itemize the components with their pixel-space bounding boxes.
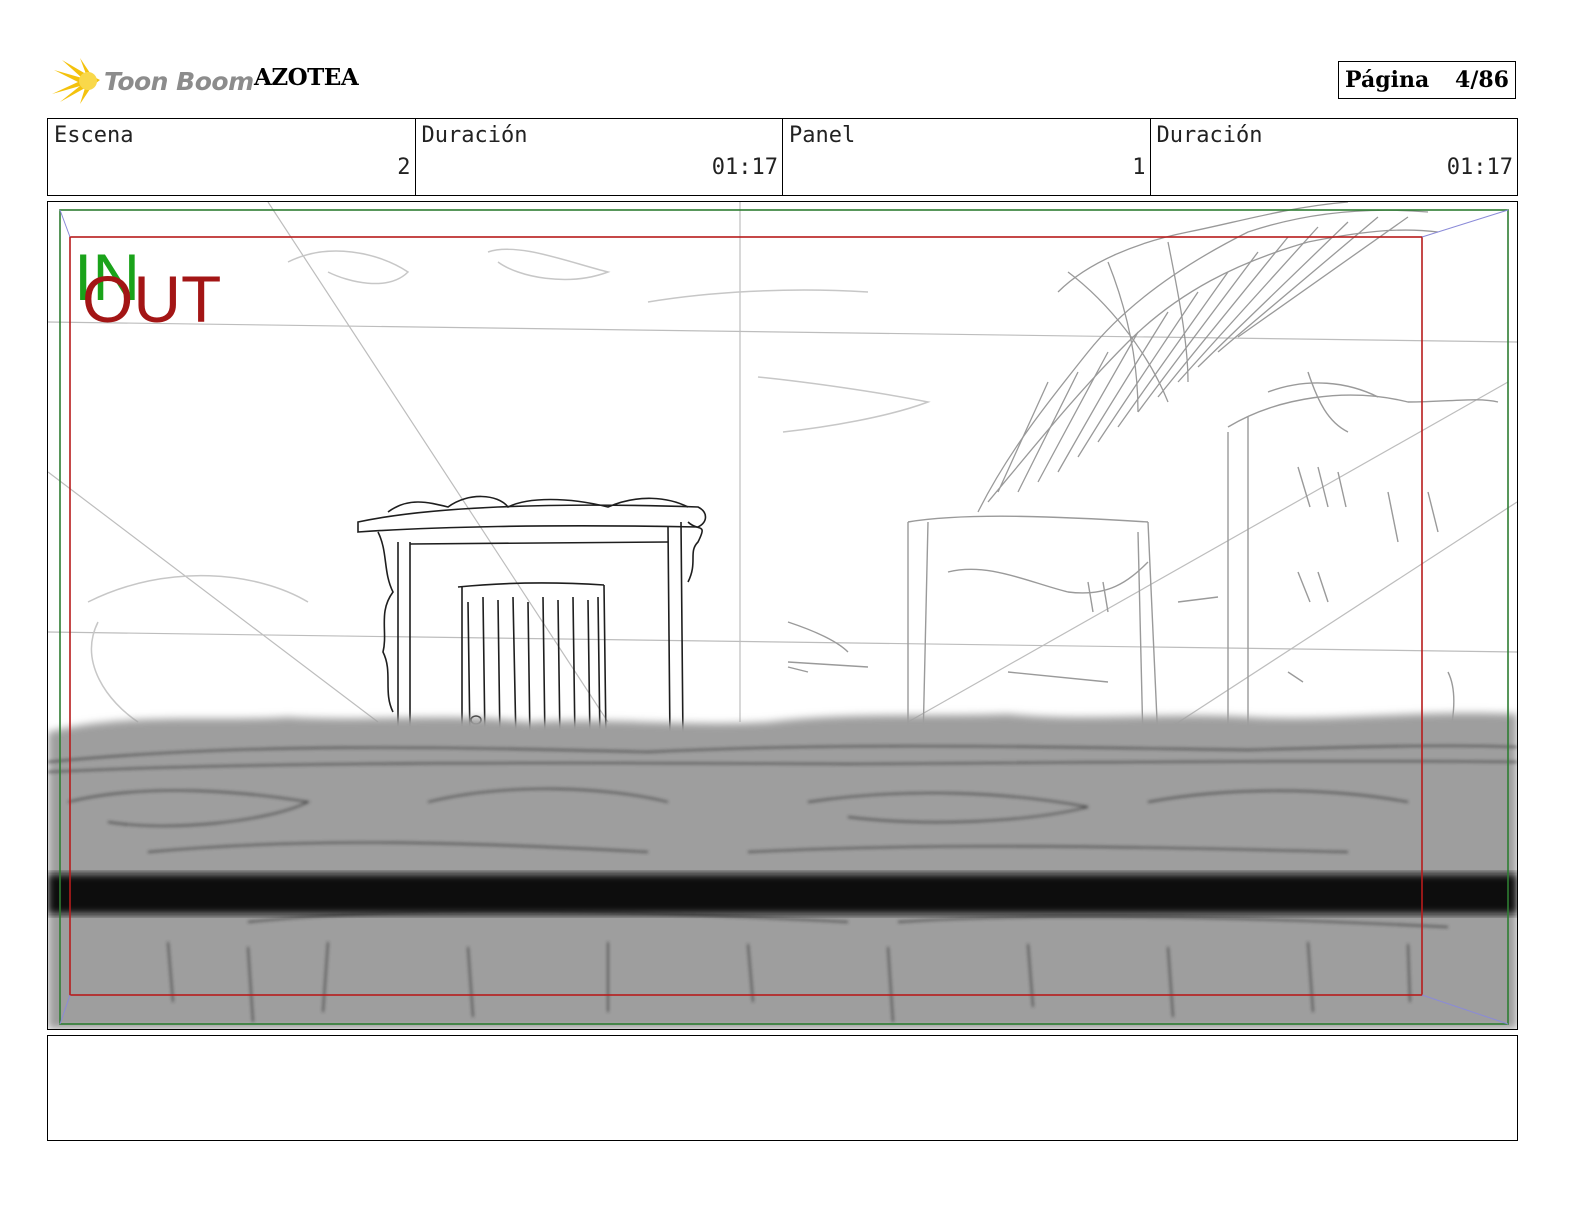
- project-title: AZOTEA: [254, 64, 359, 91]
- out-label: OUT: [82, 262, 221, 336]
- toon-boom-star-icon: [52, 58, 100, 104]
- panel-value: 1: [1132, 155, 1146, 180]
- page-value: 4/86: [1455, 67, 1509, 93]
- panel-duration-label: Duración: [1156, 123, 1263, 148]
- scene-value: 2: [397, 155, 411, 180]
- scene-duration-value: 01:17: [711, 155, 778, 180]
- page-indicator: Página 4/86: [1338, 61, 1516, 99]
- panel-duration-value: 01:17: [1446, 155, 1513, 180]
- scene-duration-label: Duración: [421, 123, 528, 148]
- panel-notes: [47, 1035, 1518, 1141]
- page-label: Página: [1345, 67, 1430, 93]
- toon-boom-logo: Toon Boom: [52, 56, 254, 106]
- panel-sketch: IN OUT: [48, 202, 1517, 1029]
- scene-info-table: Escena 2 Duración 01:17 Panel 1 Duración…: [47, 118, 1518, 196]
- panel-cell: Panel 1: [783, 119, 1151, 195]
- scene-duration-cell: Duración 01:17: [416, 119, 783, 195]
- logo-text: Toon Boom: [104, 66, 254, 96]
- scene-label: Escena: [54, 123, 134, 148]
- storyboard-panel: IN OUT: [47, 201, 1518, 1030]
- panel-duration-cell: Duración 01:17: [1151, 119, 1518, 195]
- panel-label: Panel: [789, 123, 856, 148]
- scene-cell: Escena 2: [48, 119, 416, 195]
